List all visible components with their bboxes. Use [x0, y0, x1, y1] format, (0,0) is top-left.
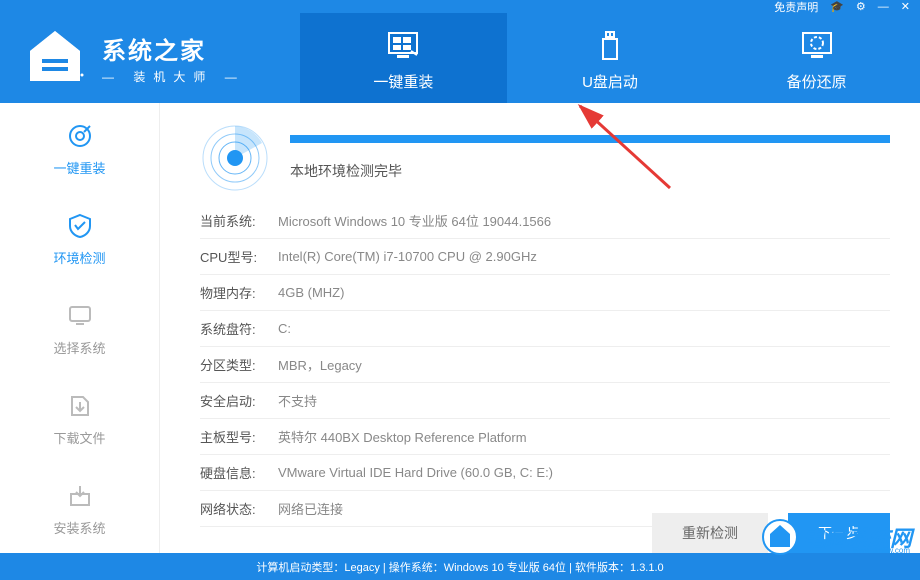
- info-row: 硬盘信息:VMware Virtual IDE Hard Drive (60.0…: [200, 455, 890, 491]
- backup-icon: [797, 25, 837, 65]
- close-button[interactable]: ✕: [901, 0, 910, 13]
- target-icon: [64, 120, 96, 152]
- sidebar-label: 一键重装: [53, 158, 105, 177]
- info-row: 安全启动:不支持: [200, 383, 890, 419]
- sidebar: 一键重装 环境检测 选择系统 下载文件 安装系统: [0, 103, 160, 553]
- graduation-icon[interactable]: 🎓: [830, 0, 844, 13]
- scan-row: 本地环境检测完毕: [200, 123, 890, 193]
- system-info-table: 当前系统:Microsoft Windows 10 专业版 64位 19044.…: [200, 203, 890, 527]
- settings-icon[interactable]: ⚙: [856, 0, 866, 13]
- watermark: 电脑系统网 www.dnxtw.com: [762, 519, 912, 555]
- nav-tab-reinstall[interactable]: 一键重装: [300, 13, 507, 103]
- info-value: VMware Virtual IDE Hard Drive (60.0 GB, …: [278, 465, 890, 480]
- sidebar-label: 下载文件: [53, 428, 105, 447]
- info-value: MBR，Legacy: [278, 355, 890, 374]
- info-label: 系统盘符:: [200, 319, 278, 338]
- watermark-url: www.dnxtw.com: [853, 546, 910, 555]
- nav-tab-label: 备份还原: [787, 71, 847, 92]
- house-logo-icon: [20, 23, 90, 93]
- info-value: 不支持: [278, 391, 890, 410]
- monitor-icon: [64, 300, 96, 332]
- info-row: 分区类型:MBR，Legacy: [200, 347, 890, 383]
- install-icon: [64, 480, 96, 512]
- info-row: 当前系统:Microsoft Windows 10 专业版 64位 19044.…: [200, 203, 890, 239]
- sidebar-label: 安装系统: [53, 518, 105, 537]
- sidebar-item-download[interactable]: 下载文件: [0, 373, 159, 463]
- sidebar-item-install[interactable]: 安装系统: [0, 463, 159, 553]
- app-subtitle: — 装机大师 —: [102, 68, 245, 85]
- footer-statusbar: 计算机启动类型：Legacy | 操作系统：Windows 10 专业版 64位…: [0, 553, 920, 580]
- sidebar-label: 选择系统: [53, 338, 105, 357]
- info-row: CPU型号:Intel(R) Core(TM) i7-10700 CPU @ 2…: [200, 239, 890, 275]
- radar-icon: [200, 123, 270, 193]
- info-label: CPU型号:: [200, 247, 278, 266]
- recheck-button[interactable]: 重新检测: [652, 513, 768, 553]
- header: 系统之家 — 装机大师 — 一键重装 U盘启动 备份还原: [0, 13, 920, 103]
- download-icon: [64, 390, 96, 422]
- info-label: 网络状态:: [200, 499, 278, 518]
- info-value: 英特尔 440BX Desktop Reference Platform: [278, 427, 890, 446]
- scan-status: 本地环境检测完毕: [290, 161, 890, 181]
- sidebar-item-selectsys[interactable]: 选择系统: [0, 283, 159, 373]
- nav-tabs: 一键重装 U盘启动 备份还原: [300, 13, 920, 103]
- sidebar-label: 环境检测: [53, 248, 105, 267]
- nav-tab-backup[interactable]: 备份还原: [713, 13, 920, 103]
- sidebar-item-envcheck[interactable]: 环境检测: [0, 193, 159, 283]
- sidebar-item-reinstall[interactable]: 一键重装: [0, 103, 159, 193]
- titlebar: 免责声明 🎓 ⚙ — ✕: [0, 0, 920, 13]
- scan-right: 本地环境检测完毕: [290, 135, 890, 181]
- nav-tab-usb[interactable]: U盘启动: [507, 13, 714, 103]
- info-row: 物理内存:4GB (MHZ): [200, 275, 890, 311]
- minimize-button[interactable]: —: [878, 1, 889, 13]
- main-content: 本地环境检测完毕 当前系统:Microsoft Windows 10 专业版 6…: [160, 103, 920, 553]
- watermark-logo-icon: [762, 519, 798, 555]
- info-label: 主板型号:: [200, 427, 278, 446]
- info-row: 系统盘符:C:: [200, 311, 890, 347]
- shield-icon: [64, 210, 96, 242]
- info-label: 物理内存:: [200, 283, 278, 302]
- info-value: C:: [278, 321, 890, 336]
- info-label: 安全启动:: [200, 391, 278, 410]
- logo-text: 系统之家 — 装机大师 —: [102, 31, 245, 85]
- info-value: Intel(R) Core(TM) i7-10700 CPU @ 2.90GHz: [278, 249, 890, 264]
- info-row: 主板型号:英特尔 440BX Desktop Reference Platfor…: [200, 419, 890, 455]
- nav-tab-label: U盘启动: [582, 71, 638, 92]
- windows-icon: [383, 25, 423, 65]
- info-label: 分区类型:: [200, 355, 278, 374]
- usb-icon: [590, 25, 630, 65]
- info-value: 4GB (MHZ): [278, 285, 890, 300]
- logo-section: 系统之家 — 装机大师 —: [0, 13, 300, 103]
- info-label: 当前系统:: [200, 211, 278, 230]
- app-title: 系统之家: [102, 31, 245, 66]
- nav-tab-label: 一键重装: [373, 71, 433, 92]
- progress-bar: [290, 135, 890, 143]
- info-value: Microsoft Windows 10 专业版 64位 19044.1566: [278, 211, 890, 230]
- body-area: 一键重装 环境检测 选择系统 下载文件 安装系统: [0, 103, 920, 553]
- info-label: 硬盘信息:: [200, 463, 278, 482]
